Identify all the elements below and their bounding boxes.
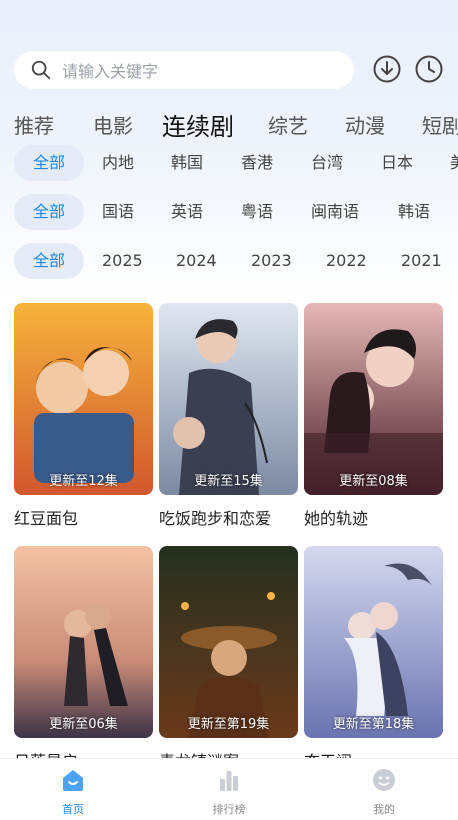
- region-chip[interactable]: 台湾: [311, 145, 343, 181]
- home-icon: [63, 770, 83, 791]
- poster-art: [304, 546, 443, 738]
- history-icon[interactable]: [414, 54, 444, 84]
- poster-art: [14, 546, 153, 738]
- category-tabs: 推荐 电影 连续剧 综艺 动漫 短剧: [0, 104, 458, 144]
- language-filter-row: 全部 国语 英语 粤语 闽南语 韩语: [0, 192, 458, 232]
- episode-badge: 更新至15集: [194, 474, 263, 489]
- show-card[interactable]: 更新至06集 日落星启: [14, 546, 153, 772]
- poster-image: 更新至12集: [14, 303, 153, 495]
- poster-image: 更新至08集: [304, 303, 443, 495]
- year-filter-row: 全部 2025 2024 2023 2022 2021: [0, 241, 458, 281]
- region-filter-row: 全部 内地 韩国 香港 台湾 日本 美: [0, 143, 458, 183]
- show-card[interactable]: 更新至第18集 夺天阙: [304, 546, 443, 772]
- poster-art: [14, 303, 153, 495]
- year-chip[interactable]: 2024: [176, 243, 217, 279]
- tab-short-drama[interactable]: 短剧: [422, 110, 458, 139]
- show-title: 红豆面包: [14, 509, 79, 528]
- poster-image: 更新至15集: [159, 303, 298, 495]
- nav-profile[interactable]: 我的: [344, 767, 424, 817]
- region-chip[interactable]: 香港: [241, 145, 273, 181]
- search-placeholder: 请输入关键字: [62, 62, 159, 81]
- search-row: 请输入关键字: [14, 50, 444, 90]
- language-chip[interactable]: 粤语: [241, 194, 273, 230]
- search-input[interactable]: 请输入关键字: [14, 51, 354, 89]
- region-chip-all[interactable]: 全部: [14, 145, 84, 181]
- year-chip[interactable]: 2022: [326, 243, 367, 279]
- chart-icon: [220, 771, 238, 791]
- language-chip-all[interactable]: 全部: [14, 194, 84, 230]
- bottom-nav: 首页 排行榜 我的: [0, 758, 458, 820]
- episode-badge: 更新至06集: [49, 717, 118, 732]
- show-card[interactable]: 更新至第19集 青龙镇谜案: [159, 546, 298, 772]
- language-chip[interactable]: 国语: [102, 194, 134, 230]
- year-chip-all[interactable]: 全部: [14, 243, 84, 279]
- language-chip[interactable]: 英语: [171, 194, 203, 230]
- nav-ranking[interactable]: 排行榜: [189, 767, 269, 817]
- tab-recommend[interactable]: 推荐: [14, 110, 54, 139]
- language-chip[interactable]: 韩语: [398, 194, 430, 230]
- poster-image: 更新至06集: [14, 546, 153, 738]
- show-card[interactable]: 更新至08集 她的轨迹: [304, 303, 443, 529]
- show-card[interactable]: 更新至15集 吃饭跑步和恋爱: [159, 303, 298, 529]
- year-chip[interactable]: 2021: [401, 243, 442, 279]
- show-title: 吃饭跑步和恋爱: [159, 509, 272, 528]
- region-chip[interactable]: 韩国: [171, 145, 203, 181]
- episode-badge: 更新至第19集: [187, 717, 270, 732]
- poster-image: 更新至第18集: [304, 546, 443, 738]
- episode-badge: 更新至第18集: [332, 717, 415, 732]
- language-chip[interactable]: 闽南语: [311, 194, 359, 230]
- nav-home[interactable]: 首页: [33, 767, 113, 817]
- tab-movies[interactable]: 电影: [93, 110, 133, 139]
- poster-art: [159, 546, 298, 738]
- episode-badge: 更新至12集: [49, 474, 118, 489]
- year-chip[interactable]: 2025: [102, 243, 143, 279]
- poster-image: 更新至第19集: [159, 546, 298, 738]
- region-chip[interactable]: 内地: [102, 145, 134, 181]
- year-chip[interactable]: 2023: [251, 243, 292, 279]
- region-chip[interactable]: 美: [450, 145, 458, 181]
- show-card[interactable]: 更新至12集 红豆面包: [14, 303, 153, 529]
- nav-ranking-label: 排行榜: [212, 803, 246, 816]
- tab-anime[interactable]: 动漫: [345, 110, 385, 139]
- poster-art: [304, 303, 443, 495]
- search-icon: [31, 60, 51, 80]
- tab-variety[interactable]: 综艺: [268, 110, 308, 139]
- nav-home-label: 首页: [62, 803, 84, 816]
- download-icon[interactable]: [372, 54, 402, 84]
- poster-art: [159, 303, 298, 495]
- tab-series[interactable]: 连续剧: [162, 107, 234, 142]
- region-chip[interactable]: 日本: [381, 145, 413, 181]
- episode-badge: 更新至08集: [339, 474, 408, 489]
- nav-profile-label: 我的: [373, 803, 395, 816]
- profile-icon: [373, 769, 395, 791]
- show-title: 她的轨迹: [304, 509, 369, 528]
